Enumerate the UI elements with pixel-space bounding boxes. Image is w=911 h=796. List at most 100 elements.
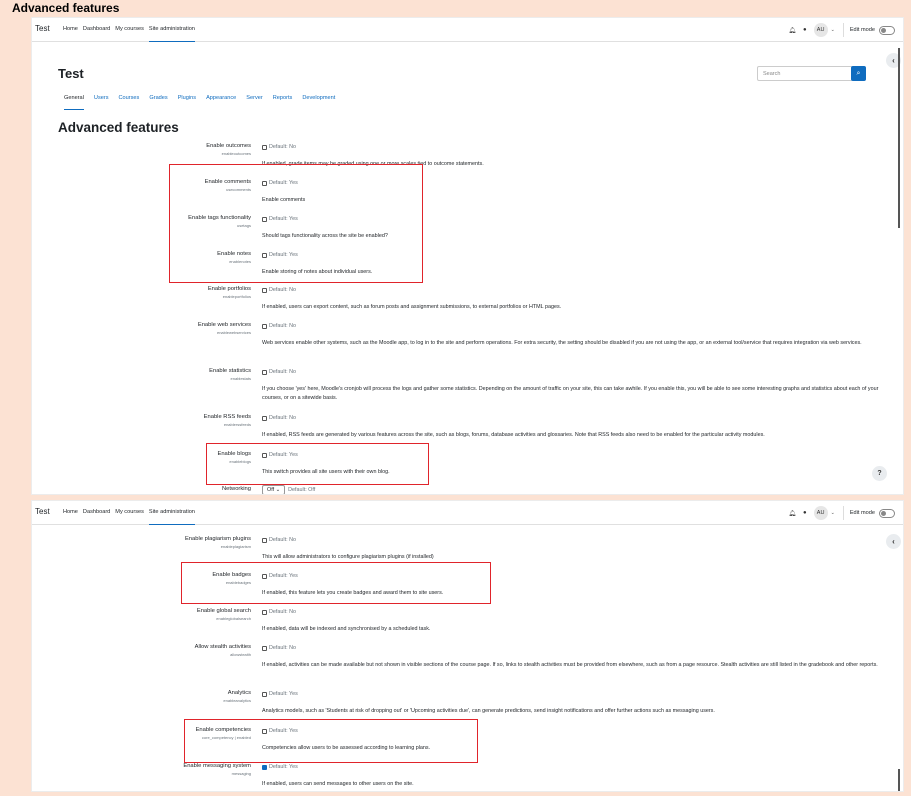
setting-label: Analytics xyxy=(227,690,251,696)
default-text: Default: No xyxy=(269,537,296,543)
checkbox[interactable] xyxy=(262,764,267,770)
nav-dashboard[interactable]: Dashboard xyxy=(83,501,110,525)
tab-courses[interactable]: Courses xyxy=(119,95,140,110)
nav-site-administration[interactable]: Site administration xyxy=(148,501,195,525)
navbar: Test Home Dashboard My courses Site admi… xyxy=(32,501,903,525)
setting-default: Default: No xyxy=(262,415,296,421)
setting-label: Enable global search xyxy=(196,608,251,614)
checkbox[interactable] xyxy=(262,609,267,615)
tab-appearance[interactable]: Appearance xyxy=(206,95,236,110)
tab-server[interactable]: Server xyxy=(246,95,262,110)
main-panel-top: Test Home Dashboard My courses Site admi… xyxy=(31,17,904,495)
setting-label: Networking xyxy=(222,486,251,492)
checkbox[interactable] xyxy=(262,691,267,697)
networking-select[interactable]: Off ⌄ xyxy=(262,485,286,494)
site-brand[interactable]: Test xyxy=(35,507,50,516)
help-icon[interactable]: ? xyxy=(872,466,887,481)
setting-description: Analytics models, such as 'Students at r… xyxy=(262,708,715,714)
setting-description: If enabled, data will be indexed and syn… xyxy=(262,626,431,632)
chat-icon[interactable]: ● xyxy=(803,510,807,516)
setting-default: Off ⌄ Default: Off xyxy=(262,485,316,494)
user-menu-area: 🔔︎ ● AU ⌄ Edit mode xyxy=(788,505,895,521)
chevron-down-icon[interactable]: ⌄ xyxy=(831,27,835,33)
page-title: Test xyxy=(58,66,84,81)
setting-label: Enable outcomes xyxy=(206,143,251,149)
tab-grades[interactable]: Grades xyxy=(149,95,167,110)
primary-navigation: Home Dashboard My courses Site administr… xyxy=(63,501,200,525)
main-panel-bottom: Test Home Dashboard My courses Site admi… xyxy=(31,500,904,792)
scrollbar[interactable] xyxy=(898,48,900,228)
bell-icon[interactable]: 🔔︎ xyxy=(788,510,796,517)
search-icon[interactable]: ⌕ xyxy=(851,66,866,81)
setting-description: If enabled, users can send messages to o… xyxy=(262,781,414,787)
setting-default: Default: No xyxy=(262,323,296,329)
setting-key: enableanalytics xyxy=(223,698,251,703)
tab-development[interactable]: Development xyxy=(302,95,335,110)
site-brand[interactable]: Test xyxy=(35,24,50,33)
edit-mode-toggle[interactable] xyxy=(879,508,895,518)
checkbox[interactable] xyxy=(262,645,267,651)
checkbox[interactable] xyxy=(262,323,267,329)
default-text: Default: Yes xyxy=(269,691,298,697)
setting-default: Default: Yes xyxy=(262,691,298,697)
setting-description: Web services enable other systems, such … xyxy=(262,340,862,346)
chat-icon[interactable]: ● xyxy=(803,27,807,33)
checkbox[interactable] xyxy=(262,144,267,150)
default-text: Default: No xyxy=(269,287,296,293)
setting-label: Enable RSS feeds xyxy=(203,414,251,420)
bell-icon[interactable]: 🔔︎ xyxy=(788,27,796,34)
nav-home[interactable]: Home xyxy=(63,501,78,525)
setting-key: enablestats xyxy=(230,376,251,381)
setting-description: If enabled, activities can be made avail… xyxy=(262,662,878,668)
checkbox[interactable] xyxy=(262,415,267,421)
tab-reports[interactable]: Reports xyxy=(273,95,293,110)
nav-dashboard[interactable]: Dashboard xyxy=(83,18,110,42)
screenshot-caption: Advanced features xyxy=(12,1,120,15)
setting-key: allowstealth xyxy=(230,652,251,657)
setting-default: Default: No xyxy=(262,537,296,543)
default-text: Default: No xyxy=(269,415,296,421)
default-text: Default: No xyxy=(269,144,296,150)
setting-key: messaging xyxy=(231,771,251,776)
default-text: Default: No xyxy=(269,609,296,615)
highlight-box xyxy=(206,443,429,485)
setting-label: Enable plagiarism plugins xyxy=(184,536,251,542)
chevron-down-icon[interactable]: ⌄ xyxy=(831,510,835,516)
primary-navigation: Home Dashboard My courses Site administr… xyxy=(63,18,200,42)
edit-mode-toggle[interactable] xyxy=(879,25,895,35)
checkbox[interactable] xyxy=(262,537,267,543)
setting-key: enablerssfeeds xyxy=(223,422,251,427)
default-text: Default: No xyxy=(269,645,296,651)
setting-description: This will allow administrators to config… xyxy=(262,554,434,560)
setting-description: If you choose 'yes' here, Moodle's cronj… xyxy=(262,386,879,401)
setting-default: Default: No xyxy=(262,645,296,651)
nav-my-courses[interactable]: My courses xyxy=(115,18,144,42)
tab-plugins[interactable]: Plugins xyxy=(178,95,196,110)
admin-tabs: General Users Courses Grades Plugins App… xyxy=(64,95,345,110)
nav-my-courses[interactable]: My courses xyxy=(115,501,144,525)
avatar[interactable]: AU xyxy=(813,23,828,37)
setting-label: Allow stealth activities xyxy=(194,644,251,650)
setting-label: Enable statistics xyxy=(209,368,251,374)
section-title: Advanced features xyxy=(58,120,179,135)
checkbox[interactable] xyxy=(262,287,267,293)
highlight-box xyxy=(169,164,423,283)
select-value: Off xyxy=(267,487,275,493)
default-text: Default: Off xyxy=(288,487,316,493)
setting-description: If enabled, users can export content, su… xyxy=(262,304,562,310)
nav-site-administration[interactable]: Site administration xyxy=(148,18,195,42)
avatar[interactable]: AU xyxy=(813,506,828,520)
setting-label: Enable web services xyxy=(197,322,251,328)
setting-label: Enable portfolios xyxy=(207,286,251,292)
checkbox[interactable] xyxy=(262,369,267,375)
tab-users[interactable]: Users xyxy=(94,95,109,110)
default-text: Default: No xyxy=(269,369,296,375)
tab-general[interactable]: General xyxy=(64,95,84,110)
drawer-toggle-icon[interactable]: ‹ xyxy=(886,534,901,549)
edit-mode-label: Edit mode xyxy=(849,27,875,33)
setting-key: enableglobalsearch xyxy=(216,616,251,621)
search-input[interactable]: Search xyxy=(757,66,853,81)
scrollbar[interactable] xyxy=(898,769,900,791)
nav-home[interactable]: Home xyxy=(63,18,78,42)
highlight-box xyxy=(184,719,478,763)
